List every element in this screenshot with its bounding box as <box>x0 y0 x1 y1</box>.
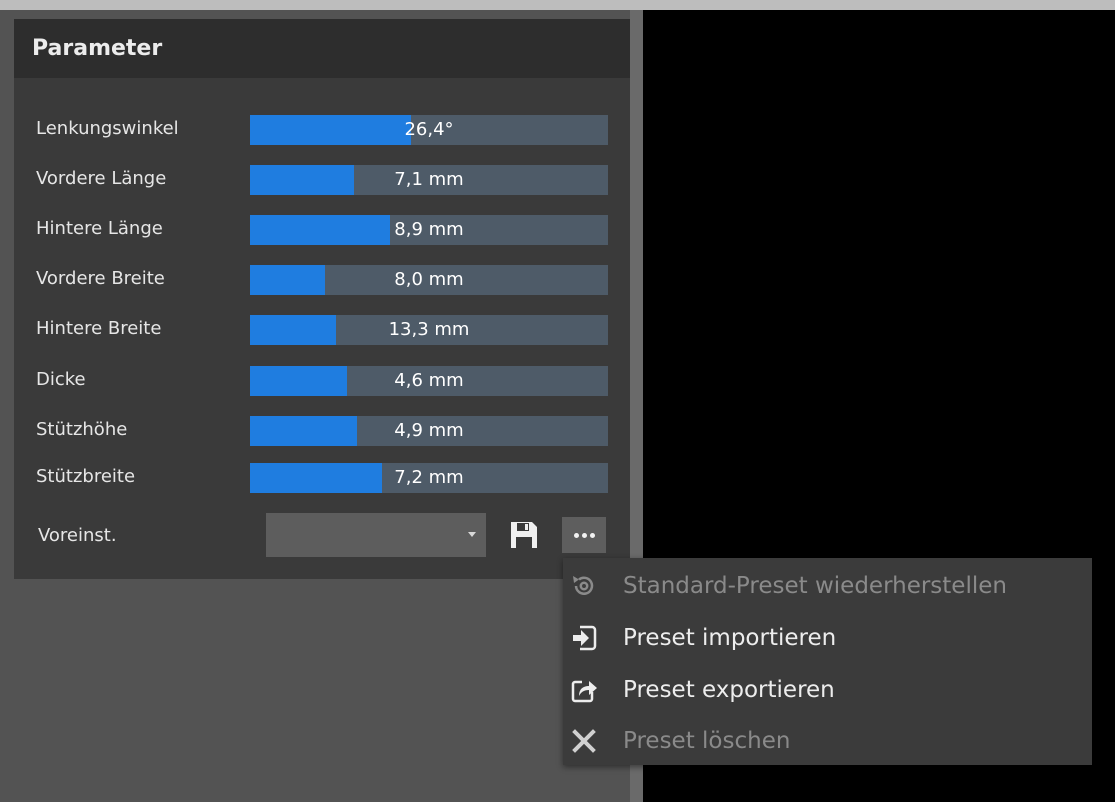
panel-header: Parameter <box>14 19 630 78</box>
preset-context-menu: Standard-Preset wiederherstellen Preset … <box>563 558 1092 765</box>
vordere-laenge-slider[interactable]: 7,1 mm <box>250 165 608 195</box>
menu-item-delete[interactable]: Preset löschen <box>563 715 1092 767</box>
floppy-disk-icon <box>511 522 537 548</box>
param-row-hintere-breite: Hintere Breite 13,3 mm <box>14 313 630 345</box>
menu-item-export[interactable]: Preset exportieren <box>563 664 1092 716</box>
slider-value: 26,4° <box>404 119 454 140</box>
slider-value: 7,2 mm <box>394 467 464 488</box>
menu-item-label: Preset löschen <box>623 728 791 754</box>
menu-item-import[interactable]: Preset importieren <box>563 612 1092 664</box>
menu-item-restore-default[interactable]: Standard-Preset wiederherstellen <box>563 560 1092 612</box>
window-top-strip <box>0 0 1115 10</box>
menu-item-label: Standard-Preset wiederherstellen <box>623 573 1007 599</box>
param-label: Hintere Länge <box>36 218 163 239</box>
slider-value: 7,1 mm <box>394 169 464 190</box>
stuetzhoehe-slider[interactable]: 4,9 mm <box>250 416 608 446</box>
stuetzbreite-slider[interactable]: 7,2 mm <box>250 463 608 493</box>
slider-value: 8,0 mm <box>394 269 464 290</box>
param-row-stuetzhoehe: Stützhöhe 4,9 mm <box>14 414 630 446</box>
param-row-hintere-laenge: Hintere Länge 8,9 mm <box>14 213 630 245</box>
preset-row: Voreinst. <box>14 512 630 560</box>
param-row-stuetzbreite: Stützbreite 7,2 mm <box>14 461 630 493</box>
param-label: Stützhöhe <box>36 419 128 440</box>
param-row-vordere-laenge: Vordere Länge 7,1 mm <box>14 163 630 195</box>
param-label: Vordere Länge <box>36 168 167 189</box>
param-row-vordere-breite: Vordere Breite 8,0 mm <box>14 263 630 295</box>
slider-value: 8,9 mm <box>394 219 464 240</box>
save-preset-button[interactable] <box>508 519 540 551</box>
param-label: Vordere Breite <box>36 268 165 289</box>
preset-label: Voreinst. <box>38 525 117 546</box>
parameter-panel: Parameter Lenkungswinkel 26,4° Vordere L… <box>14 19 630 579</box>
ellipsis-icon <box>572 532 596 538</box>
param-row-dicke: Dicke 4,6 mm <box>14 364 630 396</box>
slider-value: 4,9 mm <box>394 420 464 441</box>
import-icon <box>569 623 599 653</box>
param-label: Hintere Breite <box>36 318 162 339</box>
hintere-laenge-slider[interactable]: 8,9 mm <box>250 215 608 245</box>
param-row-lenkungswinkel: Lenkungswinkel 26,4° <box>14 113 630 145</box>
restore-icon <box>569 571 599 601</box>
caret-down-icon <box>468 532 476 537</box>
param-label: Stützbreite <box>36 466 136 487</box>
slider-value: 13,3 mm <box>388 319 470 340</box>
more-options-button[interactable] <box>562 517 606 553</box>
menu-item-label: Preset importieren <box>623 625 837 651</box>
panel-title: Parameter <box>32 36 163 61</box>
preset-dropdown[interactable] <box>266 513 486 557</box>
delete-x-icon <box>569 726 599 756</box>
export-icon <box>569 675 599 705</box>
param-label: Lenkungswinkel <box>36 118 179 139</box>
menu-item-label: Preset exportieren <box>623 677 835 703</box>
vordere-breite-slider[interactable]: 8,0 mm <box>250 265 608 295</box>
param-label: Dicke <box>36 369 86 390</box>
dicke-slider[interactable]: 4,6 mm <box>250 366 608 396</box>
hintere-breite-slider[interactable]: 13,3 mm <box>250 315 608 345</box>
lenkungswinkel-slider[interactable]: 26,4° <box>250 115 608 145</box>
slider-value: 4,6 mm <box>394 370 464 391</box>
